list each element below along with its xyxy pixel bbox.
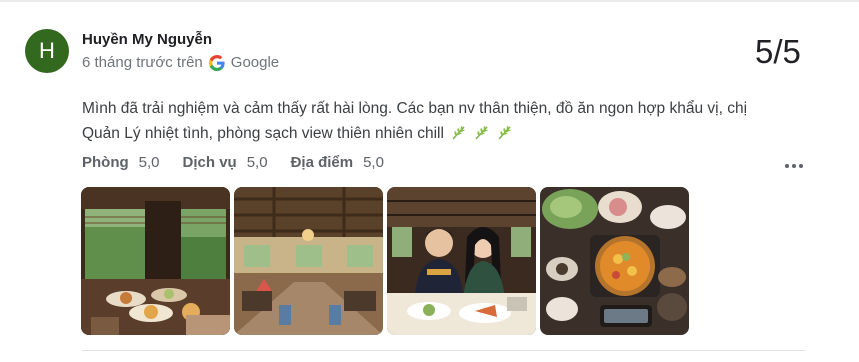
- rating-value-room: 5,0: [138, 154, 160, 171]
- rating-label-service: Dịch vụ: [182, 154, 237, 171]
- dot: [799, 164, 803, 168]
- review-meta: 6 tháng trước trên Google: [82, 54, 279, 71]
- review-photo-hotpot[interactable]: [540, 187, 689, 335]
- rating-value-location: 5,0: [363, 154, 384, 171]
- herb-icon: [451, 123, 467, 140]
- dot: [785, 164, 789, 168]
- review-photo-couple-dining[interactable]: [387, 187, 536, 335]
- herb-icon: [497, 123, 513, 140]
- review-photo-food-table[interactable]: [81, 187, 230, 335]
- source-name: Google: [230, 54, 280, 71]
- rating-label-room: Phòng: [82, 154, 129, 171]
- bottom-divider: [82, 350, 805, 351]
- reviewer-name[interactable]: Huyền My Nguyễn: [82, 31, 212, 48]
- review-card: H Huyền My Nguyễn 6 tháng trước trên Goo…: [0, 0, 859, 362]
- photo-hotpot-icon: [540, 187, 689, 335]
- google-logo-icon: [208, 54, 225, 71]
- photo-food-table-view-icon: [81, 187, 230, 335]
- time-ago: 6 tháng trước trên: [82, 54, 203, 71]
- herb-icon: [474, 123, 490, 140]
- more-options-icon[interactable]: [785, 164, 803, 168]
- rating-value-service: 5,0: [246, 154, 268, 171]
- photo-couple-dining-icon: [387, 187, 536, 335]
- review-score: 5/5: [755, 33, 801, 70]
- review-text: Mình đã trải nghiệm và cảm thấy rất hài …: [82, 100, 748, 142]
- dot: [792, 164, 796, 168]
- review-text-block: Mình đã trải nghiệm và cảm thấy rất hài …: [82, 96, 782, 146]
- sub-ratings: Phòng 5,0 Dịch vụ 5,0 Địa điểm 5,0: [82, 154, 407, 171]
- review-photo-restaurant-interior[interactable]: [234, 187, 383, 335]
- photo-restaurant-interior-icon: [234, 187, 383, 335]
- rating-label-location: Địa điểm: [290, 154, 354, 171]
- avatar[interactable]: H: [25, 29, 69, 73]
